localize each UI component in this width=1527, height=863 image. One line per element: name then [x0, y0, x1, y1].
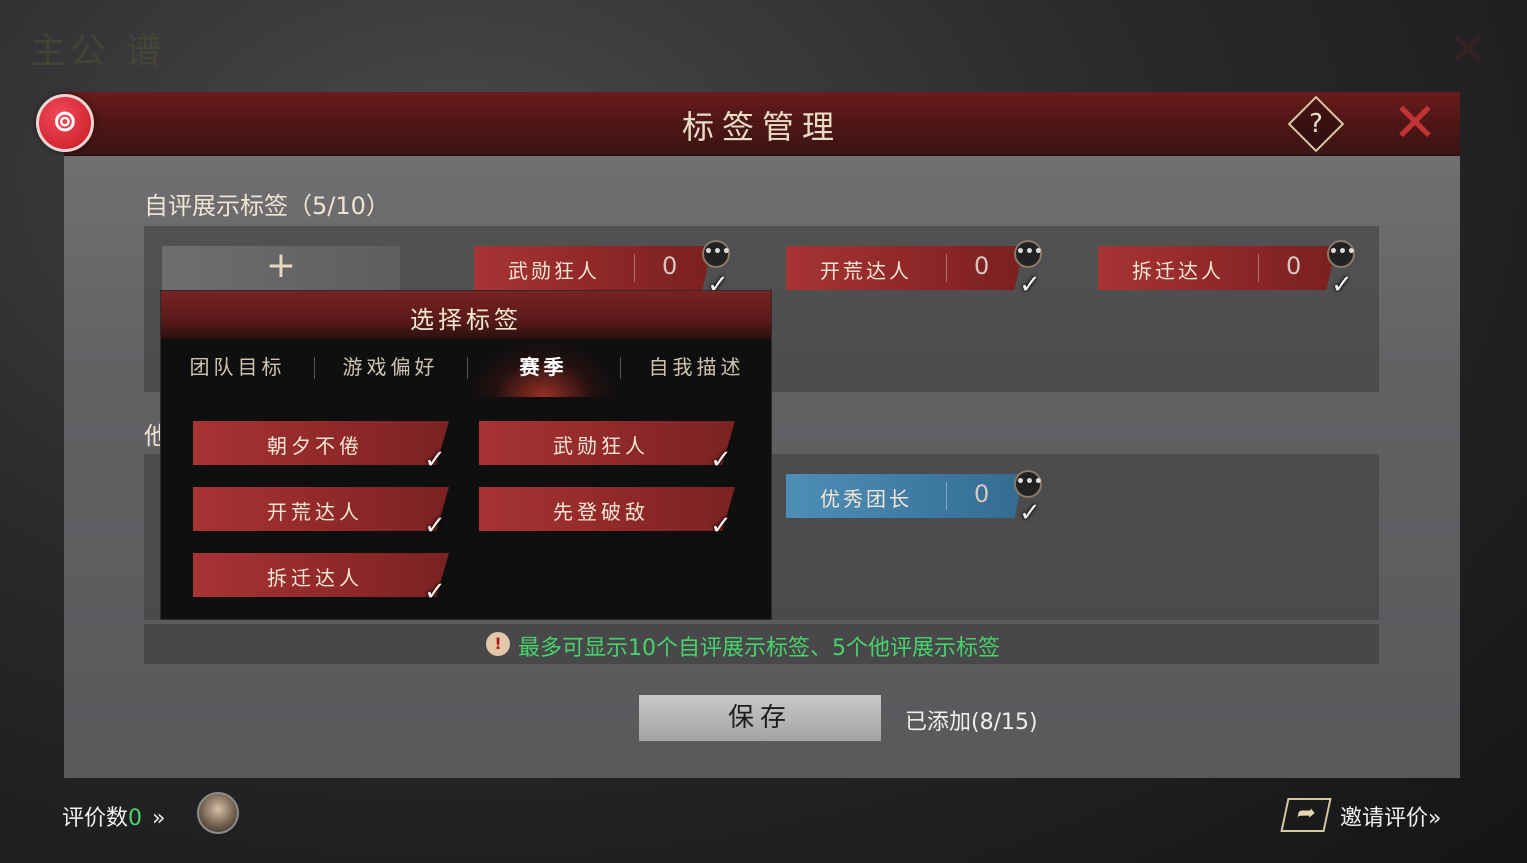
- reviews-link[interactable]: 评价数0 »: [62, 800, 165, 832]
- notice-bar: ! 最多可显示10个自评展示标签、5个他评展示标签: [144, 624, 1379, 664]
- popup-tag-option[interactable]: 先登破敌: [479, 487, 735, 531]
- self-tag[interactable]: 武勋狂人 0: [474, 246, 712, 290]
- dialog-header: 标签管理 ? ✕: [64, 92, 1460, 156]
- more-options-icon[interactable]: •••: [1014, 240, 1043, 268]
- more-options-icon[interactable]: •••: [1014, 470, 1043, 498]
- tag-name: 拆迁达人: [267, 566, 363, 590]
- check-icon: ✓: [1331, 270, 1353, 300]
- app-logo-icon: ⊚: [36, 94, 94, 152]
- other-tag[interactable]: 优秀团长 0: [786, 474, 1024, 518]
- notice-text: 最多可显示10个自评展示标签、5个他评展示标签: [518, 636, 1000, 661]
- popup-tag-option[interactable]: 武勋狂人: [479, 421, 735, 465]
- tag-count: 0: [1286, 252, 1302, 280]
- tab-team-goal[interactable]: 团队目标: [161, 339, 314, 397]
- reviews-label: 评价数: [62, 806, 129, 831]
- check-icon: ✓: [424, 511, 446, 541]
- self-tag[interactable]: 拆迁达人 0: [1098, 246, 1336, 290]
- chevron-right-icon: »: [152, 806, 166, 831]
- tag-name: 开荒达人: [820, 259, 912, 283]
- tag-count: 0: [974, 252, 990, 280]
- background-title: 主公 谱: [30, 31, 166, 72]
- more-options-icon[interactable]: •••: [1327, 240, 1356, 268]
- tag-count: 0: [974, 480, 990, 508]
- add-tag-button[interactable]: +: [162, 246, 400, 290]
- tab-self-description[interactable]: 自我描述: [620, 339, 773, 397]
- added-count: 已添加(8/15): [905, 710, 1038, 735]
- self-tags-label: 自评展示标签（5/10）: [144, 192, 390, 220]
- check-icon: ✓: [424, 445, 446, 475]
- tag-name: 开荒达人: [267, 500, 363, 524]
- share-icon: ➦: [1280, 798, 1332, 832]
- tag-name: 优秀团长: [820, 487, 912, 511]
- more-options-icon[interactable]: •••: [702, 240, 731, 268]
- background-close-icon: ✕: [1448, 22, 1487, 76]
- tab-game-preference[interactable]: 游戏偏好: [314, 339, 467, 397]
- dialog-title: 标签管理: [681, 108, 842, 146]
- check-icon: ✓: [710, 511, 732, 541]
- tag-count: 0: [662, 252, 678, 280]
- tag-name: 先登破敌: [553, 500, 649, 524]
- help-icon: ?: [1309, 109, 1323, 139]
- popup-tag-option[interactable]: 开荒达人: [193, 487, 449, 531]
- self-tag[interactable]: 开荒达人 0: [786, 246, 1024, 290]
- check-icon: ✓: [1019, 498, 1041, 528]
- popup-tag-option[interactable]: 朝夕不倦: [193, 421, 449, 465]
- invite-label: 邀请评价: [1340, 806, 1429, 831]
- popup-header: 选择标签: [161, 291, 771, 339]
- tag-name: 武勋狂人: [508, 259, 600, 283]
- chevron-right-icon: »: [1428, 806, 1442, 831]
- tag-name: 拆迁达人: [1132, 259, 1224, 283]
- tab-season[interactable]: 赛季: [467, 339, 620, 397]
- popup-tabs: 团队目标 游戏偏好 赛季 自我描述: [161, 339, 771, 397]
- check-icon: ✓: [710, 445, 732, 475]
- popup-title: 选择标签: [410, 306, 522, 334]
- reviews-count: 0: [128, 806, 143, 831]
- close-icon[interactable]: ✕: [1390, 96, 1440, 150]
- save-button[interactable]: 保存: [638, 694, 882, 742]
- select-tag-popup: 选择标签 团队目标 游戏偏好 赛季 自我描述 朝夕不倦 ✓ 武勋狂人 ✓ 开荒达…: [160, 290, 772, 620]
- popup-tag-option[interactable]: 拆迁达人: [193, 553, 449, 597]
- check-icon: ✓: [1019, 270, 1041, 300]
- tag-name: 朝夕不倦: [267, 434, 363, 458]
- check-icon: ✓: [424, 577, 446, 607]
- avatar[interactable]: [197, 792, 239, 834]
- tag-name: 武勋狂人: [553, 434, 649, 458]
- warning-icon: !: [486, 632, 510, 656]
